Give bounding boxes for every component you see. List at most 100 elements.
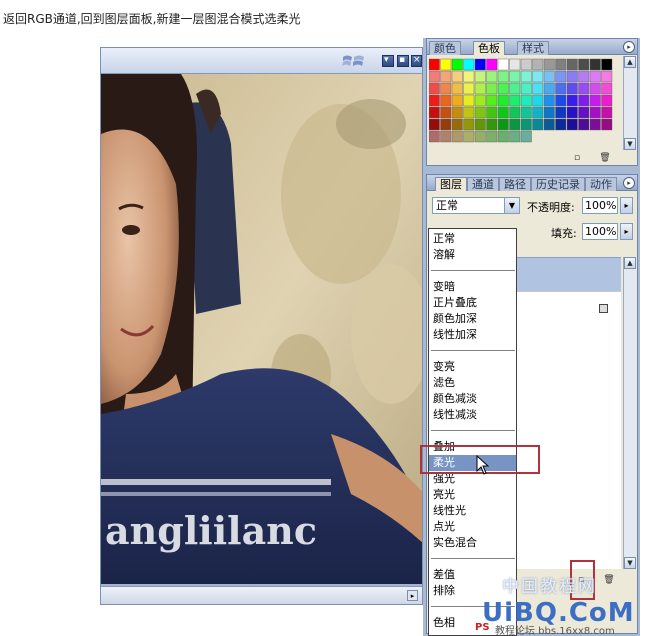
swatch-cell[interactable]: [440, 58, 452, 71]
swatch-cell[interactable]: [532, 70, 544, 83]
scroll-right-arrow-icon[interactable]: ▸: [407, 590, 418, 601]
swatch-cell[interactable]: [509, 58, 521, 71]
swatch-cell[interactable]: [555, 118, 567, 131]
blend-mode-item[interactable]: 亮光: [429, 487, 516, 503]
blend-mode-item[interactable]: 滤色: [429, 375, 516, 391]
swatch-cell[interactable]: [509, 130, 521, 143]
trash-icon[interactable]: 🗑: [599, 153, 611, 164]
tab-swatches[interactable]: 色板: [473, 41, 505, 55]
tab-color[interactable]: 颜色: [429, 41, 461, 55]
swatch-cell[interactable]: [578, 58, 590, 71]
swatch-cell[interactable]: [589, 94, 601, 107]
swatch-cell[interactable]: [520, 130, 532, 143]
swatch-cell[interactable]: [601, 106, 613, 119]
blend-mode-select[interactable]: 正常 ▼: [432, 197, 520, 214]
swatch-cell[interactable]: [509, 106, 521, 119]
tab-styles[interactable]: 样式: [517, 41, 549, 55]
swatches-menu-icon[interactable]: ▸: [623, 41, 635, 53]
swatch-cell[interactable]: [566, 58, 578, 71]
swatch-cell[interactable]: [451, 70, 463, 83]
fill-stepper-icon[interactable]: ▸: [620, 223, 633, 240]
swatch-cell[interactable]: [578, 106, 590, 119]
swatch-cell[interactable]: [509, 118, 521, 131]
tab-paths[interactable]: 路径: [499, 177, 531, 191]
blend-mode-item[interactable]: 溶解: [429, 247, 516, 263]
swatch-cell[interactable]: [601, 118, 613, 131]
swatch-cell[interactable]: [601, 70, 613, 83]
swatch-cell[interactable]: [497, 58, 509, 71]
swatch-cell[interactable]: [532, 118, 544, 131]
swatch-cell[interactable]: [520, 118, 532, 131]
swatch-cell[interactable]: [578, 94, 590, 107]
swatch-cell[interactable]: [589, 82, 601, 95]
swatch-cell[interactable]: [543, 106, 555, 119]
swatch-cell[interactable]: [440, 118, 452, 131]
swatch-cell[interactable]: [532, 94, 544, 107]
swatch-cell[interactable]: [566, 94, 578, 107]
swatch-cell[interactable]: [509, 82, 521, 95]
swatch-cell[interactable]: [451, 58, 463, 71]
swatch-cell[interactable]: [497, 130, 509, 143]
swatch-cell[interactable]: [566, 70, 578, 83]
layers-menu-icon[interactable]: ▸: [623, 177, 635, 189]
swatch-cell[interactable]: [451, 82, 463, 95]
swatch-cell[interactable]: [486, 130, 498, 143]
minimize-button[interactable]: ▾: [382, 55, 394, 67]
tab-channels[interactable]: 通道: [467, 177, 499, 191]
swatch-cell[interactable]: [451, 94, 463, 107]
swatch-cell[interactable]: [440, 130, 452, 143]
swatch-cell[interactable]: [532, 58, 544, 71]
opacity-input[interactable]: 100%: [582, 197, 618, 214]
swatch-cell[interactable]: [532, 106, 544, 119]
swatch-cell[interactable]: [486, 70, 498, 83]
swatch-cell[interactable]: [463, 130, 475, 143]
swatches-scrollbar[interactable]: ▲ ▼: [623, 56, 636, 150]
swatch-cell[interactable]: [578, 70, 590, 83]
swatch-cell[interactable]: [520, 106, 532, 119]
swatch-cell[interactable]: [520, 70, 532, 83]
swatch-cell[interactable]: [497, 118, 509, 131]
tab-actions[interactable]: 动作: [585, 177, 617, 191]
swatch-cell[interactable]: [486, 94, 498, 107]
swatch-cell[interactable]: [543, 94, 555, 107]
tab-history[interactable]: 历史记录: [531, 177, 585, 191]
close-button[interactable]: ×: [411, 55, 422, 67]
scroll-down-arrow-icon[interactable]: ▼: [624, 557, 636, 569]
swatch-cell[interactable]: [589, 118, 601, 131]
swatch-cell[interactable]: [555, 58, 567, 71]
swatch-cell[interactable]: [578, 82, 590, 95]
swatch-cell[interactable]: [474, 118, 486, 131]
opacity-stepper-icon[interactable]: ▸: [620, 197, 633, 214]
swatch-cell[interactable]: [463, 94, 475, 107]
swatch-cell[interactable]: [463, 82, 475, 95]
blend-mode-item[interactable]: 变暗: [429, 279, 516, 295]
swatch-cell[interactable]: [429, 106, 440, 119]
swatch-cell[interactable]: [555, 70, 567, 83]
maximize-button[interactable]: ▪: [397, 55, 409, 67]
swatch-cell[interactable]: [429, 82, 440, 95]
chevron-down-icon[interactable]: ▼: [504, 198, 519, 213]
swatch-cell[interactable]: [429, 118, 440, 131]
swatch-cell[interactable]: [486, 82, 498, 95]
swatch-cell[interactable]: [486, 106, 498, 119]
photo-canvas[interactable]: angliilanc: [101, 74, 422, 584]
swatch-cell[interactable]: [520, 82, 532, 95]
blend-mode-item[interactable]: 线性加深: [429, 327, 516, 343]
swatch-cell[interactable]: [578, 118, 590, 131]
blend-mode-item[interactable]: 线性减淡: [429, 407, 516, 423]
blend-mode-item[interactable]: 线性光: [429, 503, 516, 519]
swatch-cell[interactable]: [566, 118, 578, 131]
swatch-cell[interactable]: [486, 58, 498, 71]
swatch-cell[interactable]: [520, 58, 532, 71]
swatch-cell[interactable]: [440, 106, 452, 119]
swatch-cell[interactable]: [474, 130, 486, 143]
swatch-cell[interactable]: [589, 58, 601, 71]
swatch-cell[interactable]: [474, 70, 486, 83]
swatch-cell[interactable]: [566, 82, 578, 95]
scroll-up-arrow-icon[interactable]: ▲: [624, 56, 636, 68]
swatch-cell[interactable]: [589, 70, 601, 83]
swatch-cell[interactable]: [429, 70, 440, 83]
swatch-cell[interactable]: [440, 82, 452, 95]
swatch-cell[interactable]: [463, 118, 475, 131]
swatch-cell[interactable]: [601, 82, 613, 95]
